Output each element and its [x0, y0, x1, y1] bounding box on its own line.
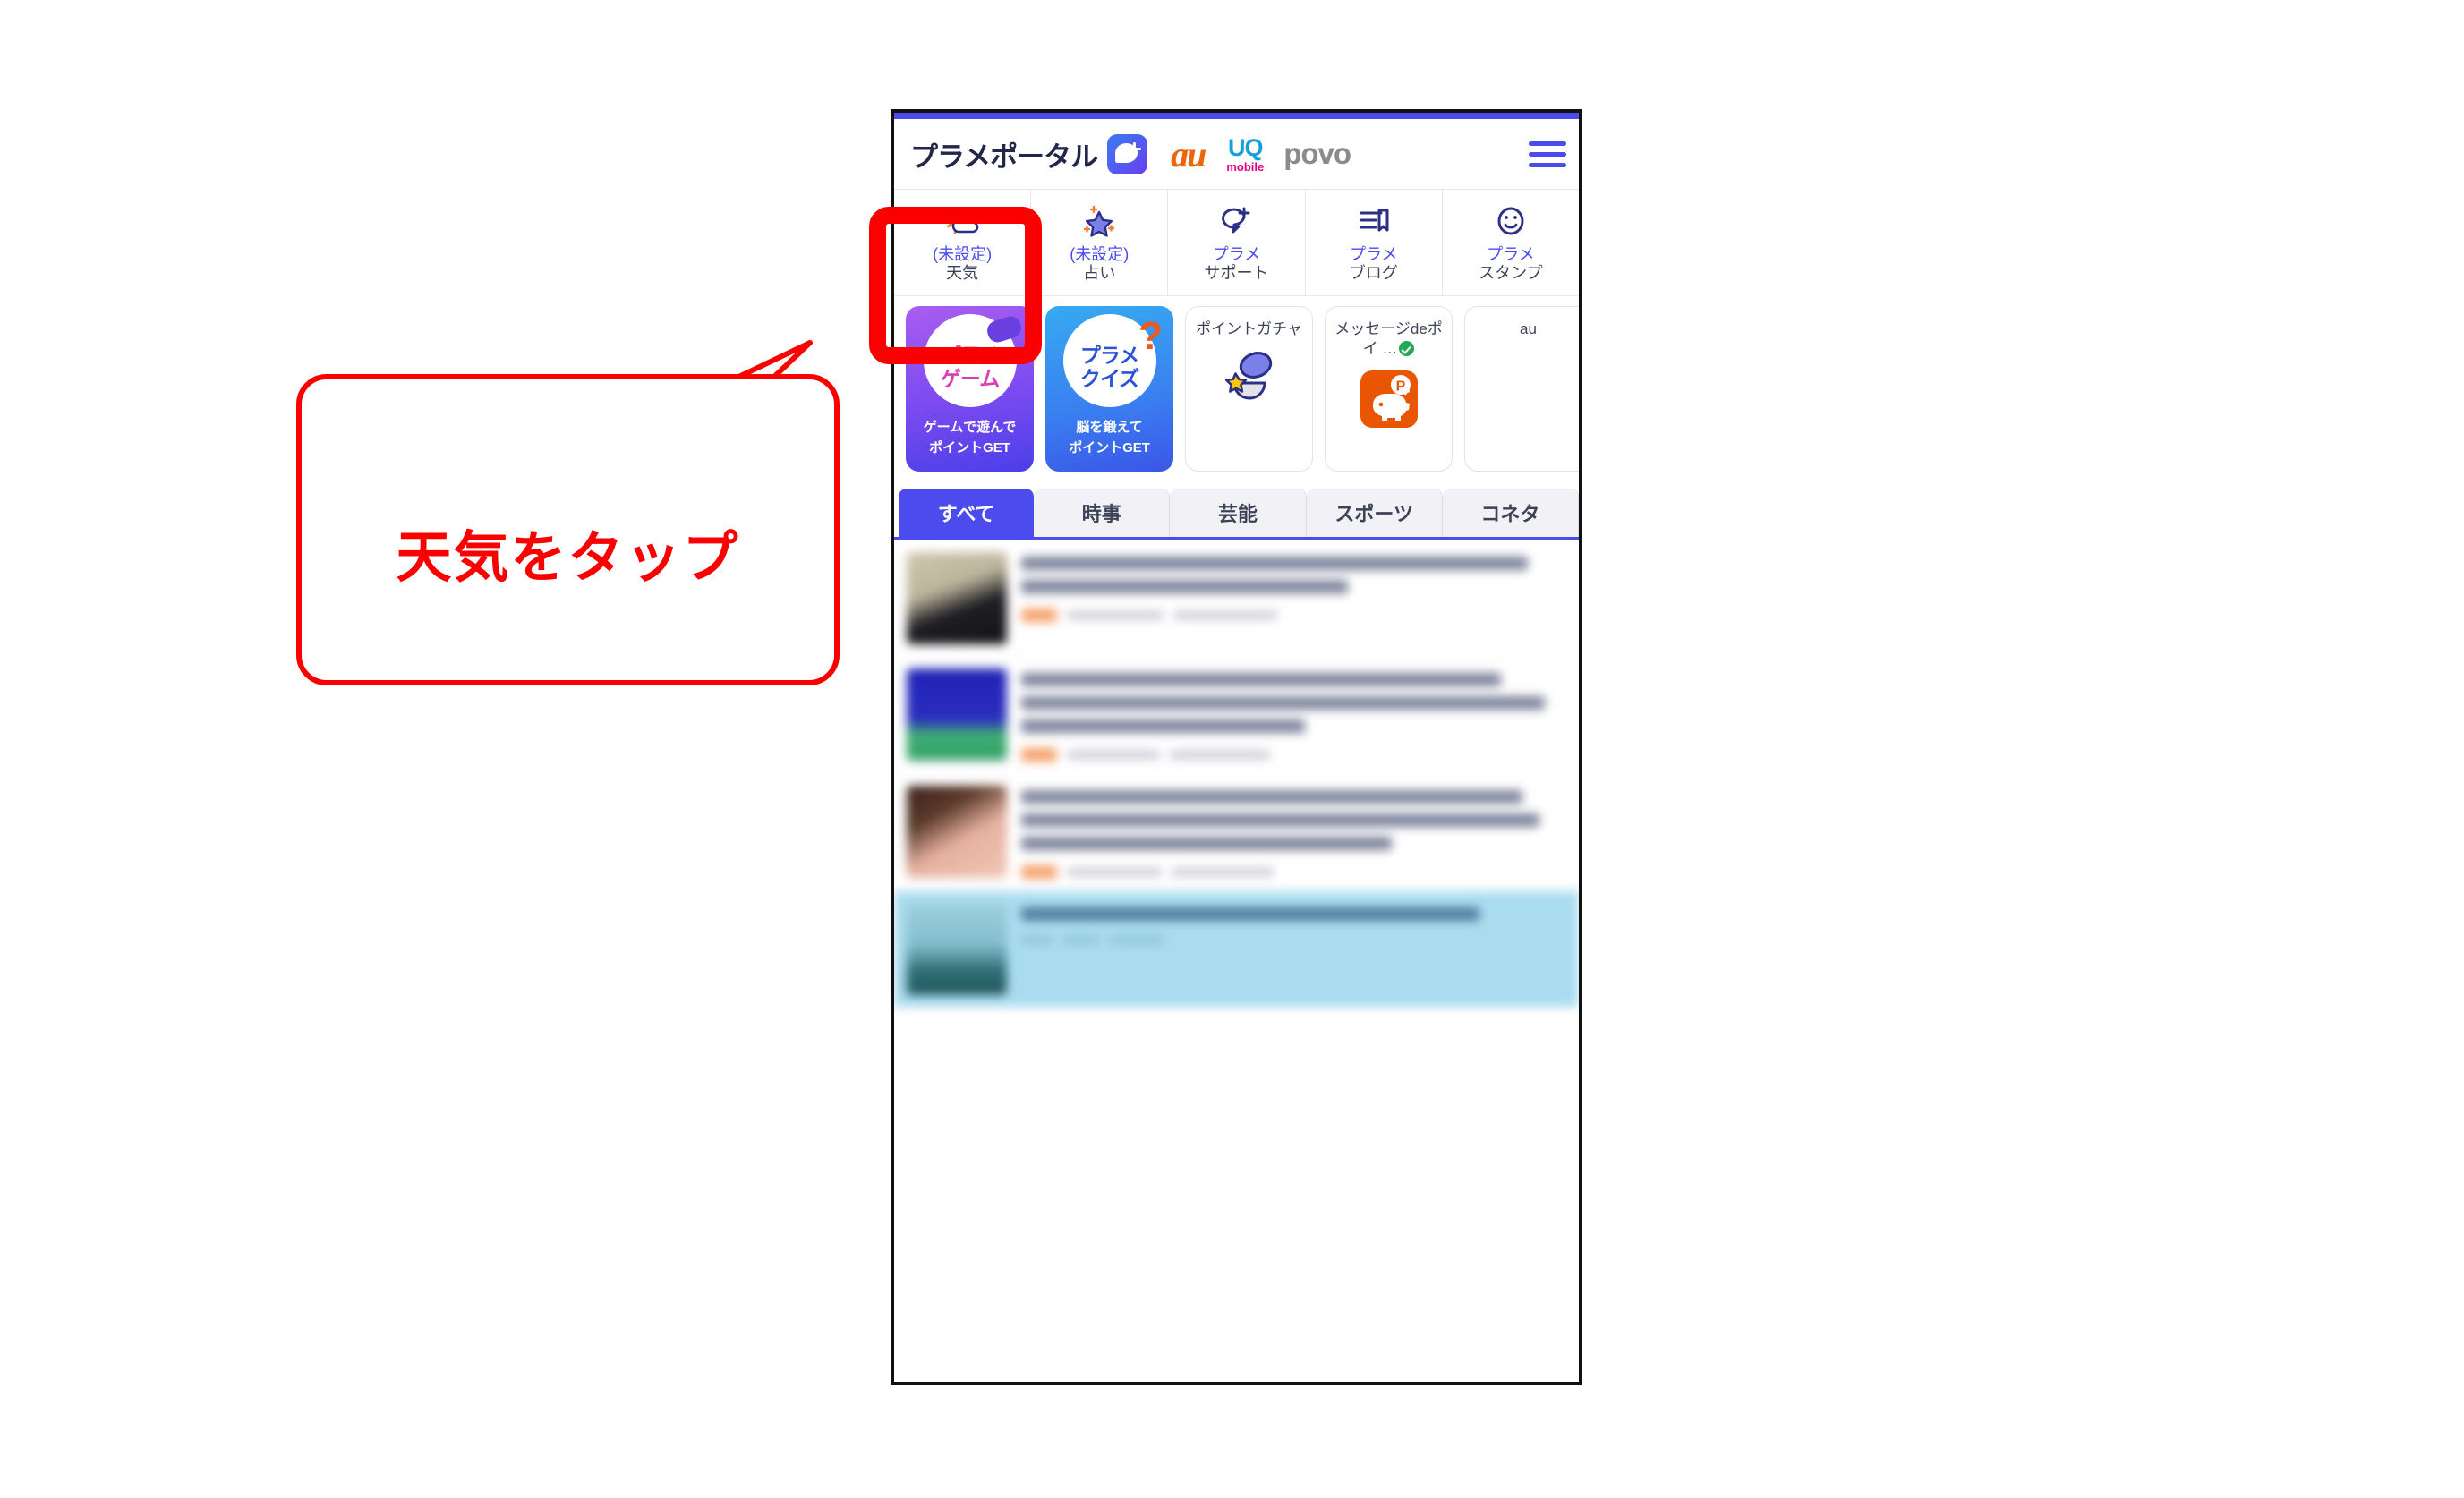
news-meta: [1021, 748, 1566, 762]
tab-current-affairs[interactable]: 時事: [1034, 489, 1171, 537]
promo-card-message-de-point-text: メッセージdeポイ …: [1334, 320, 1443, 358]
news-meta: [1021, 936, 1566, 944]
quick-item-stamp-line1: プラメ: [1487, 244, 1535, 263]
app-header: プラメポータル au UQ mobile povo: [894, 119, 1579, 189]
hamburger-menu-icon[interactable]: [1529, 140, 1566, 167]
promo-card-quiz-sub1: 脳を鍛えて: [1076, 420, 1143, 435]
news-text-block: [1021, 552, 1566, 644]
news-thumbnail: [907, 552, 1007, 644]
tab-all[interactable]: すべて: [899, 489, 1035, 537]
quick-item-blog[interactable]: プラメ ブログ: [1306, 190, 1443, 295]
news-text-block: [1021, 903, 1566, 995]
news-thumbnail: [907, 668, 1007, 761]
news-category-badge: [1021, 865, 1057, 879]
quick-item-support[interactable]: プラメ サポート: [1168, 190, 1306, 295]
news-text-block: [1021, 786, 1566, 879]
piggy-bank-point-icon: P: [1360, 370, 1418, 429]
tab-trivia[interactable]: コネタ: [1442, 489, 1579, 537]
quick-item-fortune[interactable]: (未設定) 占い: [1031, 190, 1169, 295]
fortune-star-icon: [1079, 203, 1119, 243]
quick-item-fortune-line1: (未設定): [1070, 244, 1130, 263]
support-chat-icon: [1217, 203, 1257, 243]
status-accent-bar: [894, 113, 1579, 119]
promo-card-point-gacha-label: ポイントガチャ: [1196, 320, 1302, 337]
news-meta: [1021, 609, 1566, 622]
page-title: プラメポータル: [910, 140, 1098, 173]
svg-text:P: P: [1395, 379, 1405, 395]
uq-logo-top: UQ: [1228, 133, 1263, 161]
news-list-item[interactable]: [894, 891, 1579, 1008]
quick-item-support-label: サポート: [1204, 263, 1269, 282]
news-list-item[interactable]: [894, 657, 1579, 774]
news-meta: [1021, 865, 1566, 879]
promo-card-point-gacha[interactable]: ポイントガチャ: [1185, 306, 1313, 472]
news-list: [894, 540, 1579, 1008]
blog-document-icon: [1354, 203, 1394, 243]
news-list-item[interactable]: [894, 774, 1579, 891]
news-category-badge: [1021, 609, 1057, 622]
uq-logo-bottom: mobile: [1226, 159, 1265, 174]
news-thumbnail: [907, 903, 1007, 995]
verified-check-icon: [1399, 341, 1415, 357]
quick-item-fortune-label: 占い: [1083, 263, 1116, 282]
tab-entertainment[interactable]: 芸能: [1170, 489, 1307, 537]
quick-item-blog-label: ブログ: [1349, 263, 1398, 282]
promo-card-quiz-sub2: ポイントGET: [1069, 440, 1150, 455]
au-logo[interactable]: au: [1171, 133, 1206, 175]
instruction-callout: 天気をタップ: [296, 374, 840, 685]
callout-text: 天気をタップ: [396, 527, 740, 589]
news-tab-bar: すべて 時事 芸能 スポーツ コネタ: [894, 481, 1579, 540]
uq-mobile-logo[interactable]: UQ mobile: [1226, 133, 1265, 174]
plamee-app-icon: [1107, 133, 1148, 174]
news-category-badge: [1021, 748, 1057, 762]
povo-logo[interactable]: povo: [1283, 137, 1351, 171]
promo-card-quiz-title2: クイズ: [1079, 367, 1139, 390]
promo-card-game-title2: ゲーム: [940, 367, 1000, 390]
quick-item-blog-line1: プラメ: [1349, 244, 1398, 263]
promo-card-au[interactable]: au: [1464, 306, 1579, 472]
tab-sports[interactable]: スポーツ: [1306, 489, 1443, 537]
stamp-smiley-icon: [1491, 203, 1530, 243]
promo-card-game-sub2: ポイントGET: [929, 440, 1010, 455]
quick-item-stamp-label: スタンプ: [1479, 263, 1543, 282]
promo-card-quiz[interactable]: ? プラメ クイズ 脳を鍛えて ポイントGET: [1045, 306, 1173, 472]
promo-card-au-label: au: [1520, 320, 1537, 337]
weather-highlight-box: [869, 207, 1042, 364]
news-list-item[interactable]: [894, 540, 1579, 657]
promo-card-message-de-point-label: メッセージdeポイ …: [1326, 319, 1452, 359]
promo-card-game-sub1: ゲームで遊んで: [923, 420, 1017, 435]
quick-item-stamp[interactable]: プラメ スタンプ: [1443, 190, 1579, 295]
news-text-block: [1021, 668, 1566, 762]
quick-item-support-line1: プラメ: [1212, 244, 1261, 263]
promo-card-message-de-point[interactable]: メッセージdeポイ … P: [1325, 306, 1453, 472]
news-thumbnail: [907, 786, 1007, 878]
gacha-capsule-icon: [1220, 351, 1279, 406]
